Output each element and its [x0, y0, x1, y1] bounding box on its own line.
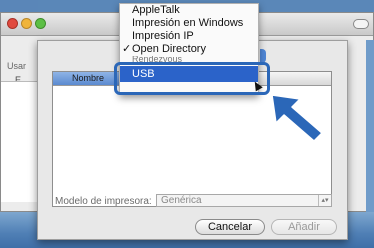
- menu-item-windows-printing[interactable]: Impresión en Windows: [120, 17, 258, 30]
- popup-button-edge[interactable]: [260, 49, 266, 63]
- cancel-button[interactable]: Cancelar: [195, 219, 265, 235]
- usb-highlight-callout: [114, 62, 270, 95]
- zoom-button[interactable]: [35, 18, 46, 29]
- menu-item-appletalk[interactable]: AppleTalk: [120, 4, 258, 17]
- select-arrows-icon: ▴▾: [318, 195, 331, 206]
- menu-item-ip-printing[interactable]: Impresión IP: [120, 30, 258, 43]
- printer-model-select[interactable]: Genérica ▴▾: [156, 194, 332, 207]
- close-button[interactable]: [7, 18, 18, 29]
- callout-arrow-shape: [271, 94, 323, 142]
- toolbar-label[interactable]: Usar: [7, 61, 26, 71]
- back-printer-list: [1, 81, 37, 202]
- callout-arrow-icon: [271, 94, 323, 142]
- printer-model-value: Genérica: [161, 195, 202, 206]
- menu-item-open-directory[interactable]: Open Directory: [120, 43, 258, 56]
- toolbar-toggle-button[interactable]: [353, 19, 369, 29]
- printer-model-label: Modelo de impresora:: [55, 196, 152, 207]
- minimize-button[interactable]: [21, 18, 32, 29]
- desktop-background-right: [366, 40, 374, 212]
- add-button[interactable]: Añadir: [271, 219, 337, 235]
